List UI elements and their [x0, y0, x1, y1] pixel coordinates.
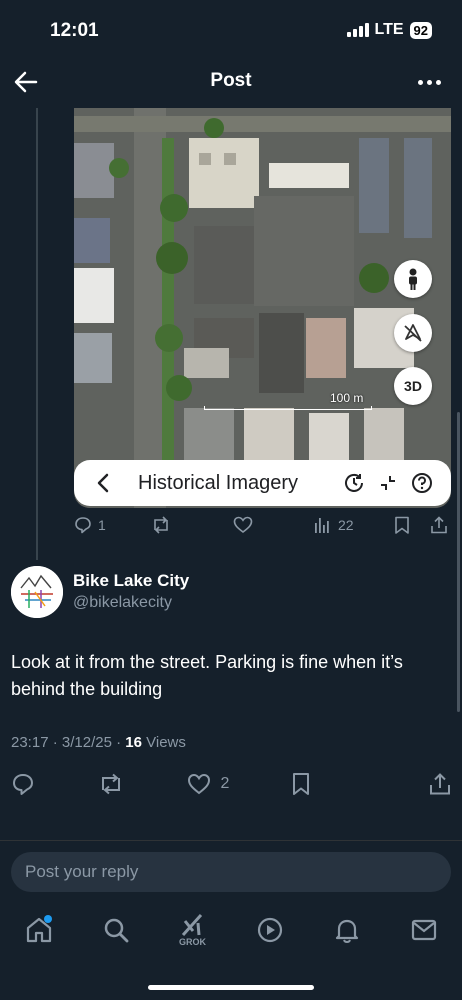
share-icon — [431, 516, 447, 534]
views-chart-icon — [315, 518, 329, 533]
post-views-label: Views — [146, 734, 186, 751]
bookmark-button[interactable] — [291, 772, 311, 796]
author-handle[interactable]: @bikelakecity — [73, 594, 172, 612]
nav-grok[interactable]: GROK — [173, 910, 213, 950]
bookmark-icon — [293, 773, 310, 795]
nav-messages[interactable] — [404, 910, 444, 950]
compass-off-icon — [404, 324, 422, 342]
heart-icon — [187, 773, 210, 795]
historical-imagery-bar: Historical Imagery — [74, 460, 451, 506]
nav-search[interactable] — [96, 910, 136, 950]
reset-north-button[interactable] — [394, 314, 432, 352]
page-title: Post — [210, 70, 252, 91]
repost-icon — [101, 773, 120, 795]
post-text: Look at it from the street. Parking is f… — [11, 652, 403, 699]
mail-icon — [411, 919, 436, 941]
history-icon — [345, 473, 363, 492]
person-icon — [409, 268, 417, 290]
grok-icon — [181, 913, 202, 937]
more-options-button[interactable] — [414, 70, 444, 94]
repost-button[interactable] — [97, 773, 125, 795]
quoted-stats-row: 1 22 — [74, 513, 452, 537]
quoted-views-button[interactable]: 22 — [314, 517, 354, 533]
quoted-reply-button[interactable]: 1 — [74, 516, 106, 534]
share-button[interactable] — [429, 772, 451, 796]
3d-view-button[interactable]: 3D — [394, 367, 432, 405]
cell-signal-icon — [346, 23, 369, 37]
reply-icon — [13, 774, 33, 795]
nav-home[interactable] — [19, 910, 59, 950]
divider — [0, 840, 462, 841]
home-notification-dot — [43, 915, 52, 923]
map-scale-bar — [204, 406, 372, 410]
bell-icon — [335, 919, 358, 943]
battery-icon: 92 — [409, 21, 432, 39]
nav-notifications[interactable] — [327, 910, 367, 950]
like-count: 2 — [220, 775, 230, 792]
home-indicator[interactable] — [148, 985, 314, 990]
like-button[interactable]: 2 — [187, 773, 230, 795]
quoted-repost-button[interactable] — [150, 516, 172, 534]
repost-icon — [154, 516, 168, 534]
play-icon — [257, 917, 282, 943]
author-name[interactable]: Bike Lake City — [73, 571, 189, 591]
bookmark-icon — [395, 516, 409, 534]
map-image-card[interactable]: 3D 100 m Historical Imagery — [74, 108, 451, 508]
avatar[interactable] — [11, 566, 63, 618]
reply-icon — [75, 517, 91, 534]
search-icon — [104, 918, 128, 943]
quoted-bookmark-button[interactable] — [394, 516, 410, 534]
chevron-left-icon — [97, 473, 109, 493]
historical-back-button[interactable] — [86, 466, 120, 500]
map-scale-label: 100 m — [330, 391, 364, 405]
thread-line — [36, 108, 38, 560]
post-views-count: 16 — [125, 734, 142, 751]
heart-icon — [233, 516, 253, 534]
quoted-views-count: 22 — [338, 517, 354, 533]
quoted-like-button[interactable] — [233, 516, 253, 534]
history-button[interactable] — [337, 466, 371, 500]
aerial-map-image — [74, 108, 451, 508]
collapse-button[interactable] — [371, 466, 405, 500]
help-icon — [412, 473, 432, 493]
street-view-button[interactable] — [394, 260, 432, 298]
post-actions-row: 2 — [11, 770, 451, 798]
quoted-reply-count: 1 — [98, 517, 106, 533]
status-indicators: LTE 92 — [346, 21, 432, 39]
reply-button[interactable] — [11, 772, 35, 796]
post-time: 23:17 — [11, 734, 49, 751]
reply-input[interactable]: Post your reply — [11, 852, 451, 892]
grok-label: GROK — [179, 937, 206, 947]
bottom-nav: GROK — [0, 905, 462, 955]
help-button[interactable] — [405, 466, 439, 500]
scrollbar[interactable] — [457, 412, 460, 712]
status-time: 12:01 — [50, 20, 99, 41]
share-icon — [429, 773, 450, 795]
collapse-icon — [381, 476, 395, 490]
historical-imagery-title: Historical Imagery — [138, 471, 299, 494]
post-meta: 23:17 · 3/12/25 · 16 Views — [11, 734, 186, 751]
post-date: 3/12/25 — [61, 734, 112, 751]
bike-lake-city-logo — [11, 566, 63, 618]
quoted-share-button[interactable] — [430, 516, 448, 534]
nav-video[interactable] — [250, 910, 290, 950]
network-type: LTE — [374, 21, 404, 38]
